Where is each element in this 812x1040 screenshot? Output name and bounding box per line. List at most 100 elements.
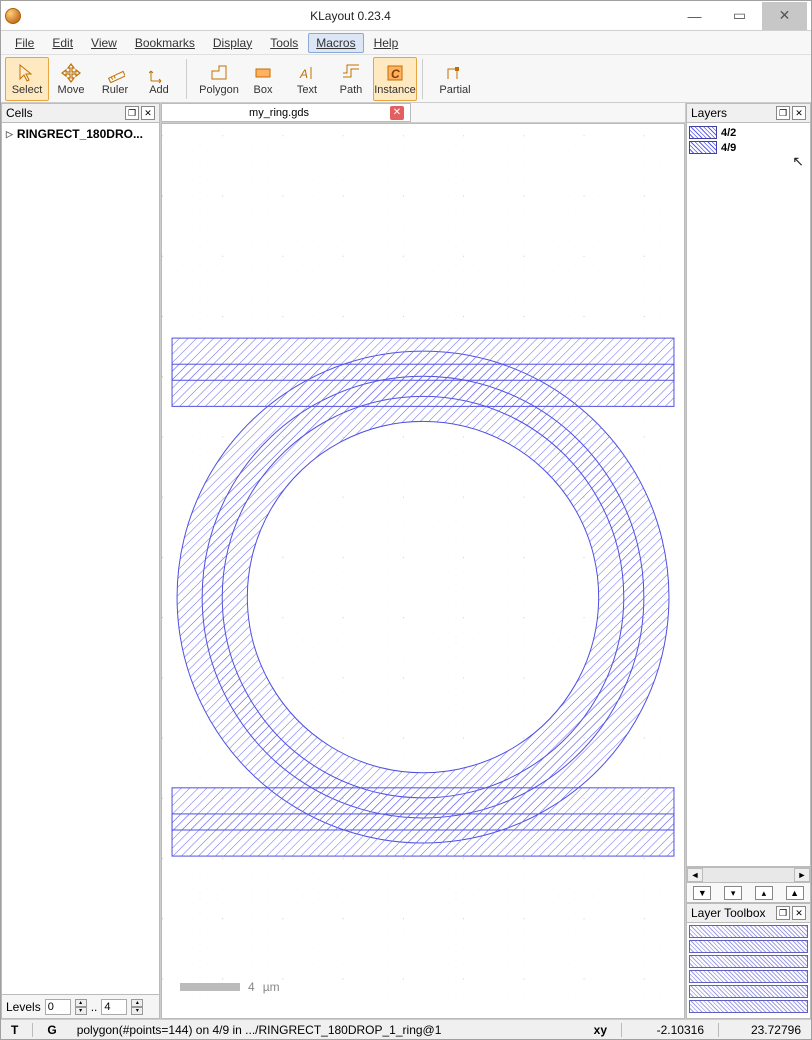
toolbox-row[interactable] (689, 940, 808, 953)
path-icon (340, 62, 362, 84)
levels-label: Levels (6, 1000, 41, 1014)
window: KLayout 0.23.4 — ▭ ✕ File Edit View Book… (0, 0, 812, 1040)
cells-undock-button[interactable]: ❐ (125, 106, 139, 120)
layer-down-button[interactable]: ▾ (724, 886, 742, 900)
toolbox-row[interactable] (689, 955, 808, 968)
cell-tree-item[interactable]: ▷ RINGRECT_180DRO... (6, 127, 155, 141)
layers-undock-button[interactable]: ❐ (776, 106, 790, 120)
tool-ruler[interactable]: Ruler (93, 57, 137, 101)
svg-text:A: A (299, 67, 308, 81)
levels-bar: Levels ▴▾ .. ▴▾ (1, 995, 160, 1019)
menu-bookmarks[interactable]: Bookmarks (127, 33, 203, 53)
tool-instance[interactable]: C Instance (373, 57, 417, 101)
maximize-button[interactable]: ▭ (717, 2, 762, 30)
levels-to-input[interactable] (101, 999, 127, 1015)
cells-panel: Cells ❐ ✕ ▷ RINGRECT_180DRO... Levels ▴▾… (1, 103, 161, 1019)
cells-close-button[interactable]: ✕ (141, 106, 155, 120)
center-area: my_ring.gds ✕ (161, 103, 685, 1019)
status-T: T (5, 1023, 24, 1037)
partial-icon (444, 62, 466, 84)
canvas-svg (162, 124, 684, 1018)
levels-from-spinner[interactable]: ▴▾ (75, 999, 87, 1015)
layer-up-button[interactable]: ▴ (755, 886, 773, 900)
cells-panel-title: Cells (6, 106, 33, 120)
scroll-left-icon[interactable]: ◄ (687, 868, 703, 882)
cursor-icon (16, 62, 38, 84)
app-icon (5, 8, 21, 24)
status-x: -2.10316 (630, 1023, 710, 1037)
levels-from-input[interactable] (45, 999, 71, 1015)
menu-help[interactable]: Help (366, 33, 407, 53)
menu-tools[interactable]: Tools (262, 33, 306, 53)
document-tab[interactable]: my_ring.gds ✕ (161, 103, 411, 122)
window-title: KLayout 0.23.4 (29, 9, 672, 23)
main-area: Cells ❐ ✕ ▷ RINGRECT_180DRO... Levels ▴▾… (1, 103, 811, 1019)
right-column: Layers ❐ ✕ 4/2 4/9 ↖ ◄ ► (685, 103, 811, 1019)
layers-close-button[interactable]: ✕ (792, 106, 806, 120)
tool-partial[interactable]: Partial (433, 57, 477, 101)
layout-canvas[interactable]: 4 µm (161, 123, 685, 1019)
scroll-right-icon[interactable]: ► (794, 868, 810, 882)
scroll-track[interactable] (703, 868, 794, 882)
toolbox-close-button[interactable]: ✕ (792, 906, 806, 920)
layer-row[interactable]: 4/9 (689, 140, 808, 155)
status-y: 23.72796 (727, 1023, 807, 1037)
tool-text[interactable]: A Text (285, 57, 329, 101)
toolgroup-shapes: Polygon Box A Text Path C Instance (197, 57, 417, 101)
layer-row[interactable]: 4/2 (689, 125, 808, 140)
toolbox-undock-button[interactable]: ❐ (776, 906, 790, 920)
tool-polygon[interactable]: Polygon (197, 57, 241, 101)
layer-toolbox[interactable] (686, 923, 811, 1019)
polygon-icon (208, 62, 230, 84)
text-icon: A (296, 62, 318, 84)
layers-hscroll[interactable]: ◄ ► (686, 867, 811, 883)
tool-move[interactable]: Move (49, 57, 93, 101)
statusbar: T G polygon(#points=144) on 4/9 in .../R… (1, 1019, 811, 1039)
layer-down-all-button[interactable]: ▼ (693, 886, 711, 900)
ruler-icon (104, 62, 126, 84)
move-icon (60, 62, 82, 84)
status-G: G (41, 1023, 62, 1037)
toolbox-row[interactable] (689, 925, 808, 938)
levels-sep: .. (91, 1000, 98, 1014)
document-tab-name: my_ring.gds (168, 107, 390, 119)
menu-display[interactable]: Display (205, 33, 260, 53)
window-buttons: — ▭ ✕ (672, 2, 807, 30)
close-button[interactable]: ✕ (762, 2, 807, 30)
tab-close-icon[interactable]: ✕ (390, 106, 404, 120)
menu-edit[interactable]: Edit (44, 33, 81, 53)
tool-add[interactable]: Add (137, 57, 181, 101)
menubar: File Edit View Bookmarks Display Tools M… (1, 31, 811, 55)
layer-up-all-button[interactable]: ▲ (786, 886, 804, 900)
document-tabs: my_ring.gds ✕ (161, 103, 685, 123)
cells-tree[interactable]: ▷ RINGRECT_180DRO... (1, 123, 160, 995)
status-xy-label: xy (588, 1023, 613, 1037)
scalebar-bar (180, 983, 240, 991)
levels-to-spinner[interactable]: ▴▾ (131, 999, 143, 1015)
layer-swatch-icon (689, 126, 717, 139)
cells-panel-header: Cells ❐ ✕ (1, 103, 160, 123)
cell-name: RINGRECT_180DRO... (17, 127, 143, 141)
titlebar: KLayout 0.23.4 — ▭ ✕ (1, 1, 811, 31)
layers-panel-title: Layers (691, 106, 727, 120)
menu-file[interactable]: File (7, 33, 42, 53)
status-message: polygon(#points=144) on 4/9 in .../RINGR… (71, 1023, 448, 1037)
add-icon (148, 62, 170, 84)
tool-path[interactable]: Path (329, 57, 373, 101)
toolbar-separator-2 (422, 59, 428, 99)
box-icon (252, 62, 274, 84)
toolbox-row[interactable] (689, 985, 808, 998)
tree-expand-icon[interactable]: ▷ (6, 129, 13, 140)
minimize-button[interactable]: — (672, 2, 717, 30)
scalebar-value: 4 (248, 980, 255, 994)
toolbox-title: Layer Toolbox (691, 906, 766, 920)
tool-box[interactable]: Box (241, 57, 285, 101)
tool-select[interactable]: Select (5, 57, 49, 101)
toolgroup-main: Select Move Ruler Add (5, 57, 181, 101)
menu-view[interactable]: View (83, 33, 125, 53)
menu-macros[interactable]: Macros (308, 33, 363, 53)
layer-name: 4/2 (721, 127, 736, 139)
toolbox-row[interactable] (689, 1000, 808, 1013)
toolbox-row[interactable] (689, 970, 808, 983)
layers-list[interactable]: 4/2 4/9 ↖ (686, 123, 811, 867)
